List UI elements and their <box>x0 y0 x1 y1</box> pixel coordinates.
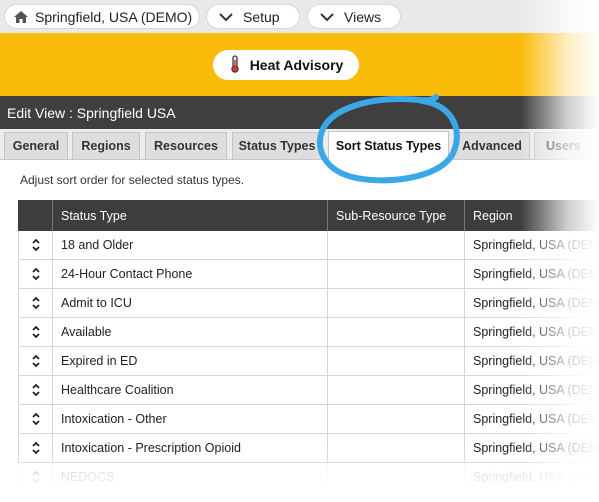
location-label: Springfield, USA (DEMO) <box>35 8 193 25</box>
sub-resource-type-cell <box>327 318 464 346</box>
tab-resources[interactable]: Resources <box>145 132 227 159</box>
tab-users[interactable]: Users <box>534 132 599 159</box>
status-type-cell: Healthcare Coalition <box>52 376 327 404</box>
status-type-cell: 18 and Older <box>52 231 327 259</box>
table-row[interactable]: 18 and Older Springfield, USA (DEMO) <box>18 231 599 260</box>
table-header: Status Type Sub-Resource Type Region <box>18 200 599 231</box>
setup-label: Setup <box>243 8 280 25</box>
sub-resource-type-cell <box>327 434 464 462</box>
status-type-cell: Available <box>52 318 327 346</box>
status-type-cell: Intoxication - Prescription Opioid <box>52 434 327 462</box>
table-row[interactable]: Intoxication - Other Springfield, USA (DE… <box>18 405 599 434</box>
table-row[interactable]: Admit to ICU Springfield, USA (DEMO) <box>18 289 599 318</box>
column-header-status-type: Status Type <box>52 200 327 231</box>
table-row[interactable]: NEDOCS Springfield, USA (DEMO) <box>18 463 599 492</box>
column-header-sub-resource-type: Sub-Resource Type <box>327 200 464 231</box>
region-cell: Springfield, USA (DEMO) <box>464 405 599 433</box>
sub-resource-type-cell <box>327 260 464 288</box>
sort-handle-icon[interactable] <box>18 318 52 346</box>
status-type-cell: Admit to ICU <box>52 289 327 317</box>
views-label: Views <box>344 8 382 25</box>
region-cell: Springfield, USA (DEMO) <box>464 318 599 346</box>
chevron-down-icon <box>219 12 233 22</box>
sort-handle-icon[interactable] <box>18 434 52 462</box>
status-type-cell: 24-Hour Contact Phone <box>52 260 327 288</box>
region-cell: Springfield, USA (DEMO) <box>464 376 599 404</box>
status-type-cell: Expired in ED <box>52 347 327 375</box>
region-cell: Springfield, USA (DEMO) <box>464 434 599 462</box>
location-selector[interactable]: Springfield, USA (DEMO) <box>4 4 200 29</box>
sort-handle-icon[interactable] <box>18 231 52 259</box>
sub-resource-type-cell <box>327 289 464 317</box>
region-cell: Springfield, USA (DEMO) <box>464 463 599 491</box>
sort-handle-icon[interactable] <box>18 347 52 375</box>
setup-menu-button[interactable]: Setup <box>206 4 300 29</box>
region-cell: Springfield, USA (DEMO) <box>464 289 599 317</box>
tab-regions[interactable]: Regions <box>72 132 140 159</box>
tab-status-types[interactable]: Status Types <box>232 132 322 159</box>
sort-handle-icon[interactable] <box>18 405 52 433</box>
top-nav-bar: Springfield, USA (DEMO) Setup Views <box>0 0 599 33</box>
views-menu-button[interactable]: Views <box>307 4 401 29</box>
sub-resource-type-cell <box>327 463 464 491</box>
tab-general[interactable]: General <box>4 132 68 159</box>
table-row[interactable]: Available Springfield, USA (DEMO) <box>18 318 599 347</box>
chevron-down-icon <box>320 12 334 22</box>
column-header-region: Region <box>464 200 599 231</box>
tab-sort-status-types[interactable]: Sort Status Types <box>328 131 449 160</box>
sort-handle-icon[interactable] <box>18 289 52 317</box>
table-row[interactable]: Expired in ED Springfield, USA (DEMO) <box>18 347 599 376</box>
tab-strip: General Regions Resources Status Types S… <box>0 129 599 160</box>
table-row[interactable]: Healthcare Coalition Springfield, USA (DE… <box>18 376 599 405</box>
thermometer-icon <box>229 54 241 76</box>
heat-advisory-button[interactable]: Heat Advisory <box>213 50 359 80</box>
sort-status-types-table: Status Type Sub-Resource Type Region 18 … <box>18 200 599 502</box>
home-icon <box>13 10 29 24</box>
sub-resource-type-cell <box>327 231 464 259</box>
region-cell: Springfield, USA (DEMO) <box>464 347 599 375</box>
sub-resource-type-cell <box>327 376 464 404</box>
region-cell: Springfield, USA (DEMO) <box>464 231 599 259</box>
table-row[interactable]: Intoxication - Prescription Opioid Spring… <box>18 434 599 463</box>
status-type-cell: Intoxication - Other <box>52 405 327 433</box>
region-cell: Springfield, USA (DEMO) <box>464 260 599 288</box>
tab-advanced[interactable]: Advanced <box>454 132 530 159</box>
heat-advisory-label: Heat Advisory <box>249 57 344 73</box>
sort-handle-icon[interactable] <box>18 260 52 288</box>
page-title: Edit View : Springfield USA <box>7 104 176 121</box>
column-header-handle <box>18 200 52 231</box>
status-type-cell: NEDOCS <box>52 463 327 491</box>
page-title-bar: Edit View : Springfield USA <box>0 96 599 129</box>
sub-resource-type-cell <box>327 405 464 433</box>
sort-handle-icon[interactable] <box>18 463 52 491</box>
sub-resource-type-cell <box>327 347 464 375</box>
sort-handle-icon[interactable] <box>18 376 52 404</box>
instructions-text: Adjust sort order for selected status ty… <box>20 173 245 187</box>
table-row[interactable]: 24-Hour Contact Phone Springfield, USA (D… <box>18 260 599 289</box>
